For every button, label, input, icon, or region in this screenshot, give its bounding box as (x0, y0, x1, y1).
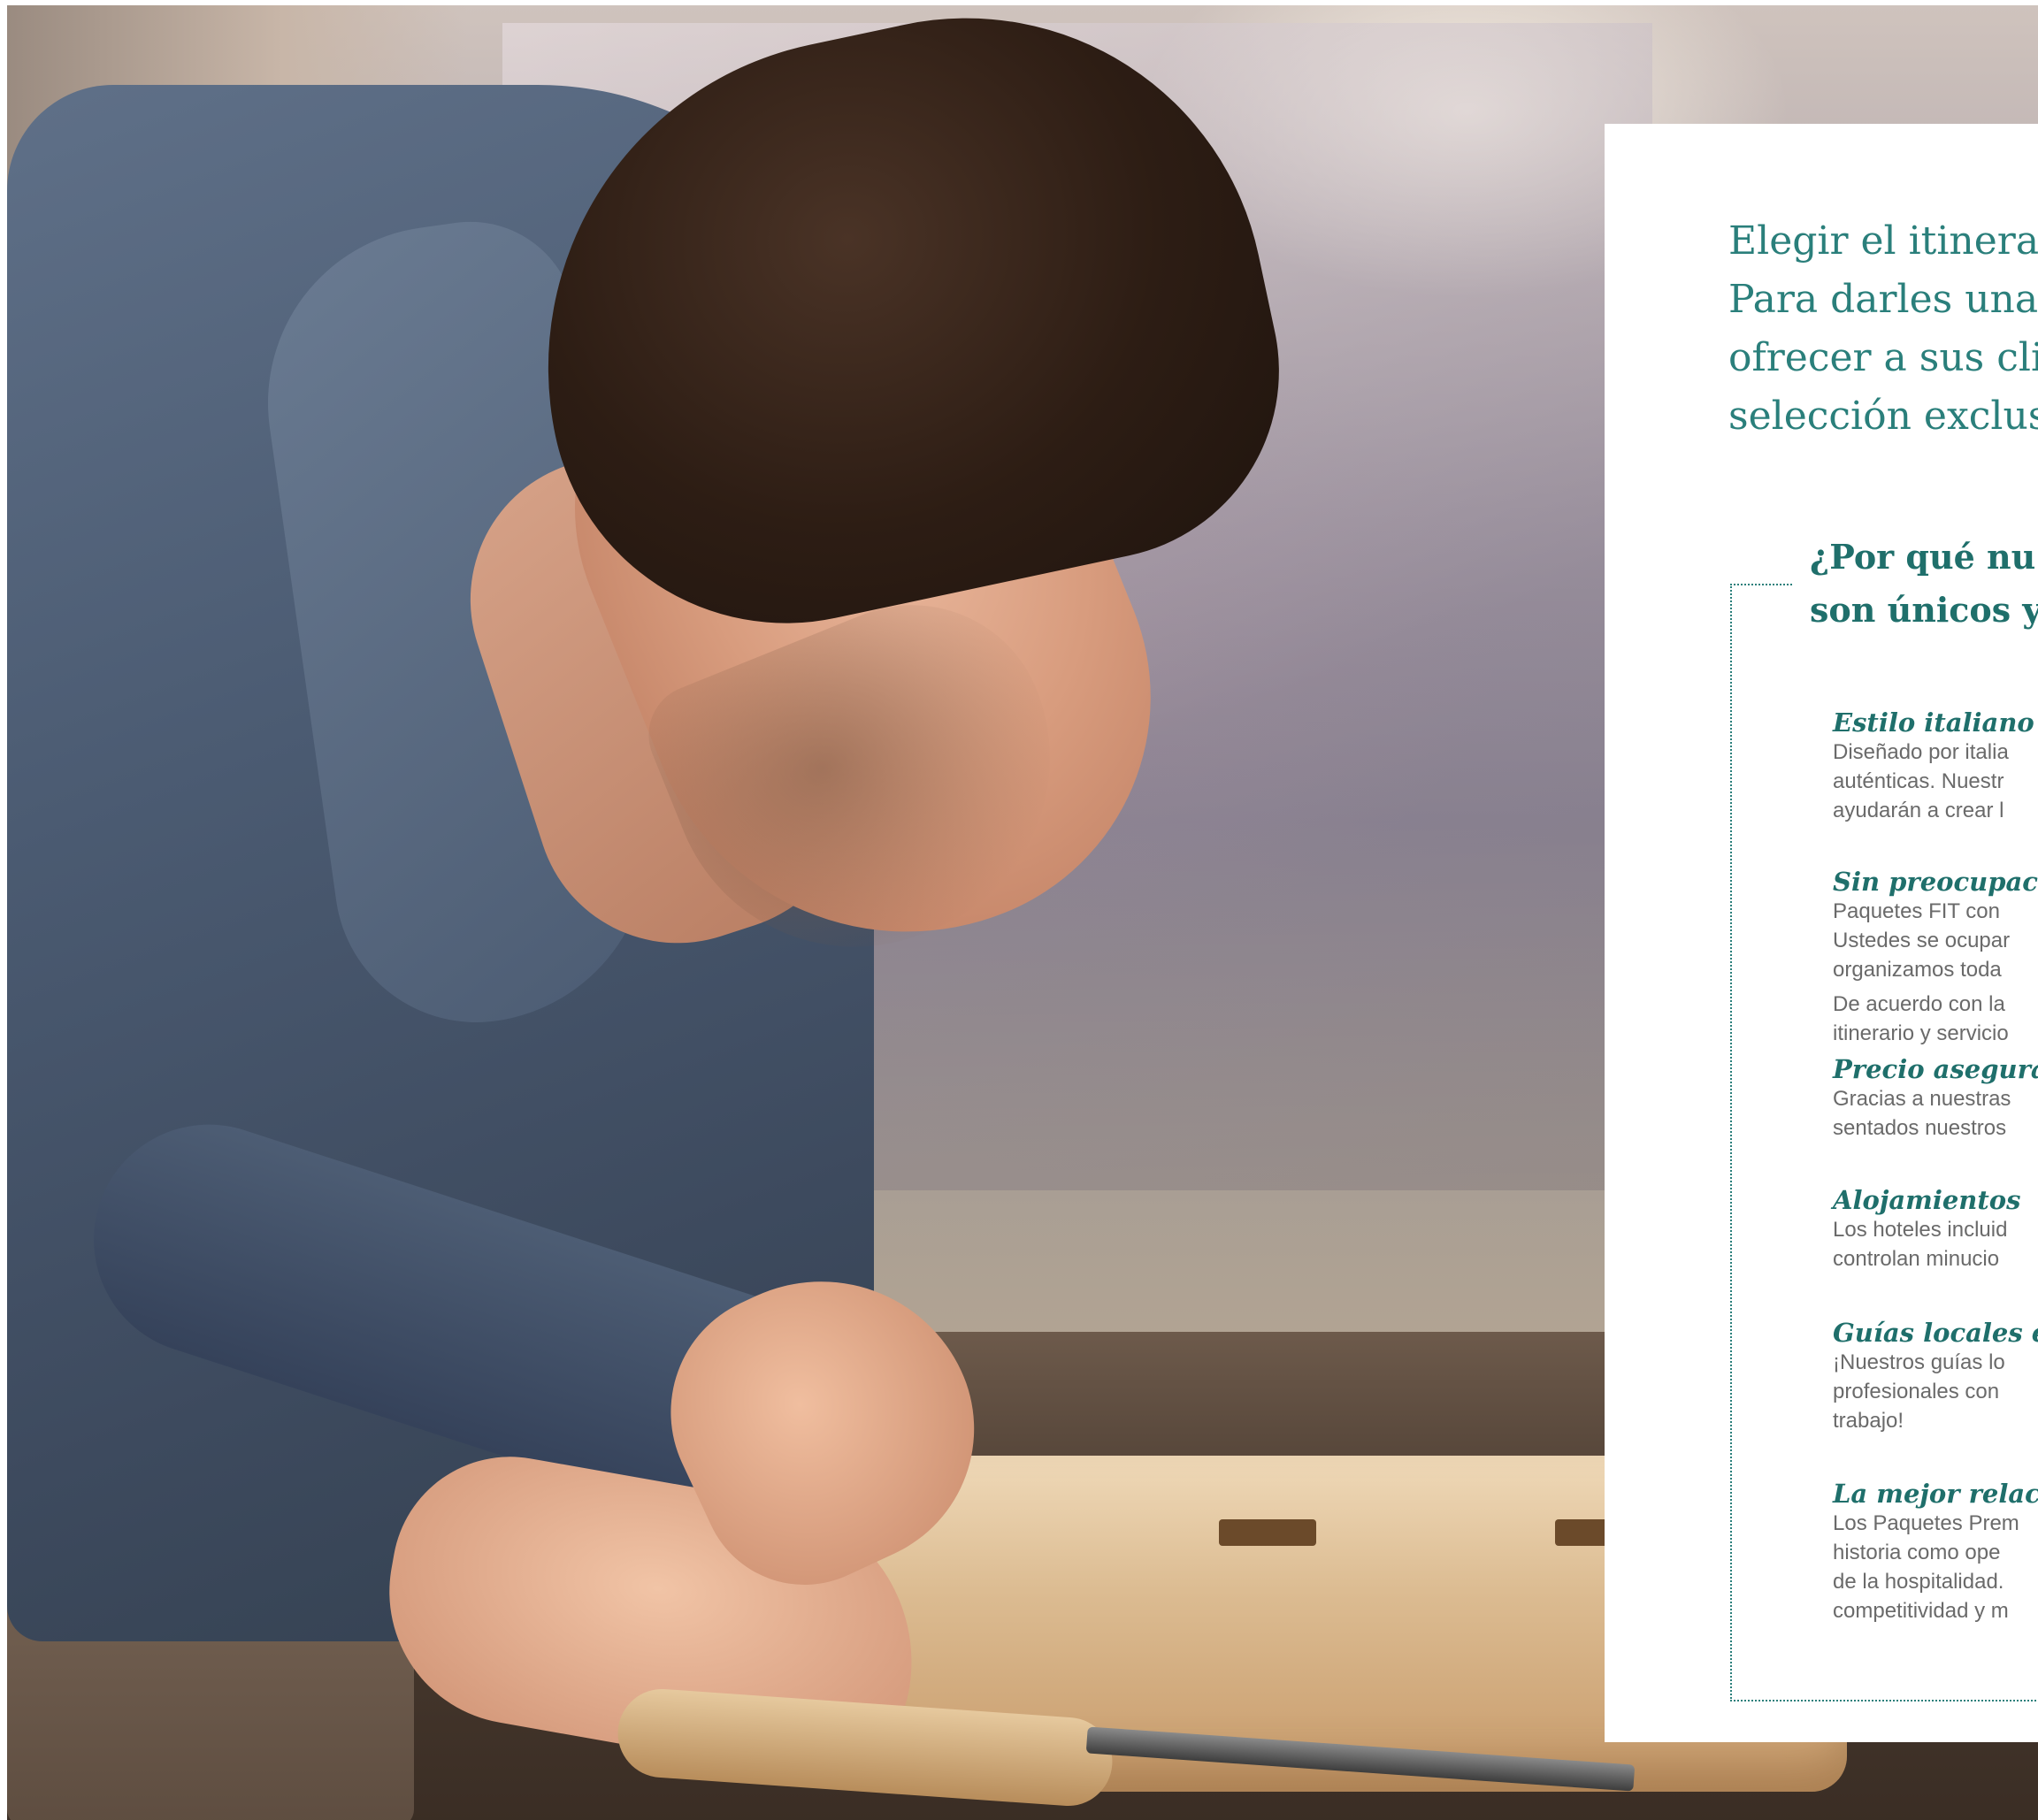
feature-text: trabajo! (1833, 1409, 1904, 1433)
feature-text: ¡Nuestros guías lo (1833, 1350, 2005, 1374)
feature-text: Ustedes se ocupar (1833, 929, 2011, 952)
text-panel: Elegir el itinerario Para darles una ide… (1605, 124, 2038, 1742)
feature-title: Precio asegurado (1833, 1054, 2038, 1084)
intro-line: ofrecer a sus client (1728, 335, 2038, 380)
guitar-pickup-slot (1219, 1519, 1316, 1546)
feature-item: Precio asegurado Gracias a nuestras sent… (1833, 1054, 2038, 1143)
features-heading-line: son únicos y (1810, 590, 2038, 630)
feature-text: de la hospitalidad. (1833, 1570, 2004, 1594)
intro-line: selección exclusiva (1728, 394, 2038, 439)
feature-text: Diseñado por italia (1833, 740, 2009, 764)
feature-text: historia como ope (1833, 1541, 2001, 1564)
feature-text: auténticas. Nuestr (1833, 769, 2004, 793)
feature-text: itinerario y servicio (1833, 1021, 2009, 1045)
intro-line: Elegir el itinerario (1728, 218, 2038, 264)
feature-text: Los hoteles incluid (1833, 1218, 2008, 1242)
feature-text: competitividad y m (1833, 1599, 2009, 1623)
feature-title: Sin preocupacione (1833, 867, 2038, 897)
feature-text: controlan minucio (1833, 1247, 2000, 1271)
feature-text: Paquetes FIT con (1833, 899, 2000, 923)
intro-paragraph: Elegir el itinerario Para darles una ide… (1728, 212, 2038, 446)
feature-item: Alojamientos Los hoteles incluid control… (1833, 1185, 2020, 1273)
feature-item: La mejor relación Los Paquetes Prem hist… (1833, 1479, 2038, 1625)
feature-text: organizamos toda (1833, 958, 2002, 982)
feature-item: Estilo italiano Diseñado por italia auté… (1833, 707, 2034, 825)
feature-item: Guías locales expe ¡Nuestros guías lo pr… (1833, 1318, 2038, 1435)
feature-text: De acuerdo con la (1833, 992, 2005, 1016)
feature-item: Sin preocupacione Paquetes FIT con Usted… (1833, 867, 2038, 1048)
feature-title: Guías locales expe (1833, 1318, 2038, 1348)
features-box-corner (1730, 584, 1792, 585)
feature-title: La mejor relación (1833, 1479, 2038, 1509)
intro-line: Para darles una ide (1728, 277, 2038, 322)
feature-text: sentados nuestros (1833, 1116, 2007, 1140)
feature-text: ayudarán a crear l (1833, 799, 2004, 822)
feature-text: Gracias a nuestras (1833, 1087, 2011, 1111)
feature-title: Alojamientos (1833, 1185, 2021, 1215)
features-heading: ¿Por qué nu son únicos y (1810, 531, 2038, 637)
features-heading-line: ¿Por qué nu (1810, 537, 2036, 577)
feature-title: Estilo italiano (1833, 707, 2034, 738)
feature-text: Los Paquetes Prem (1833, 1511, 2019, 1535)
feature-text: profesionales con (1833, 1380, 2000, 1403)
